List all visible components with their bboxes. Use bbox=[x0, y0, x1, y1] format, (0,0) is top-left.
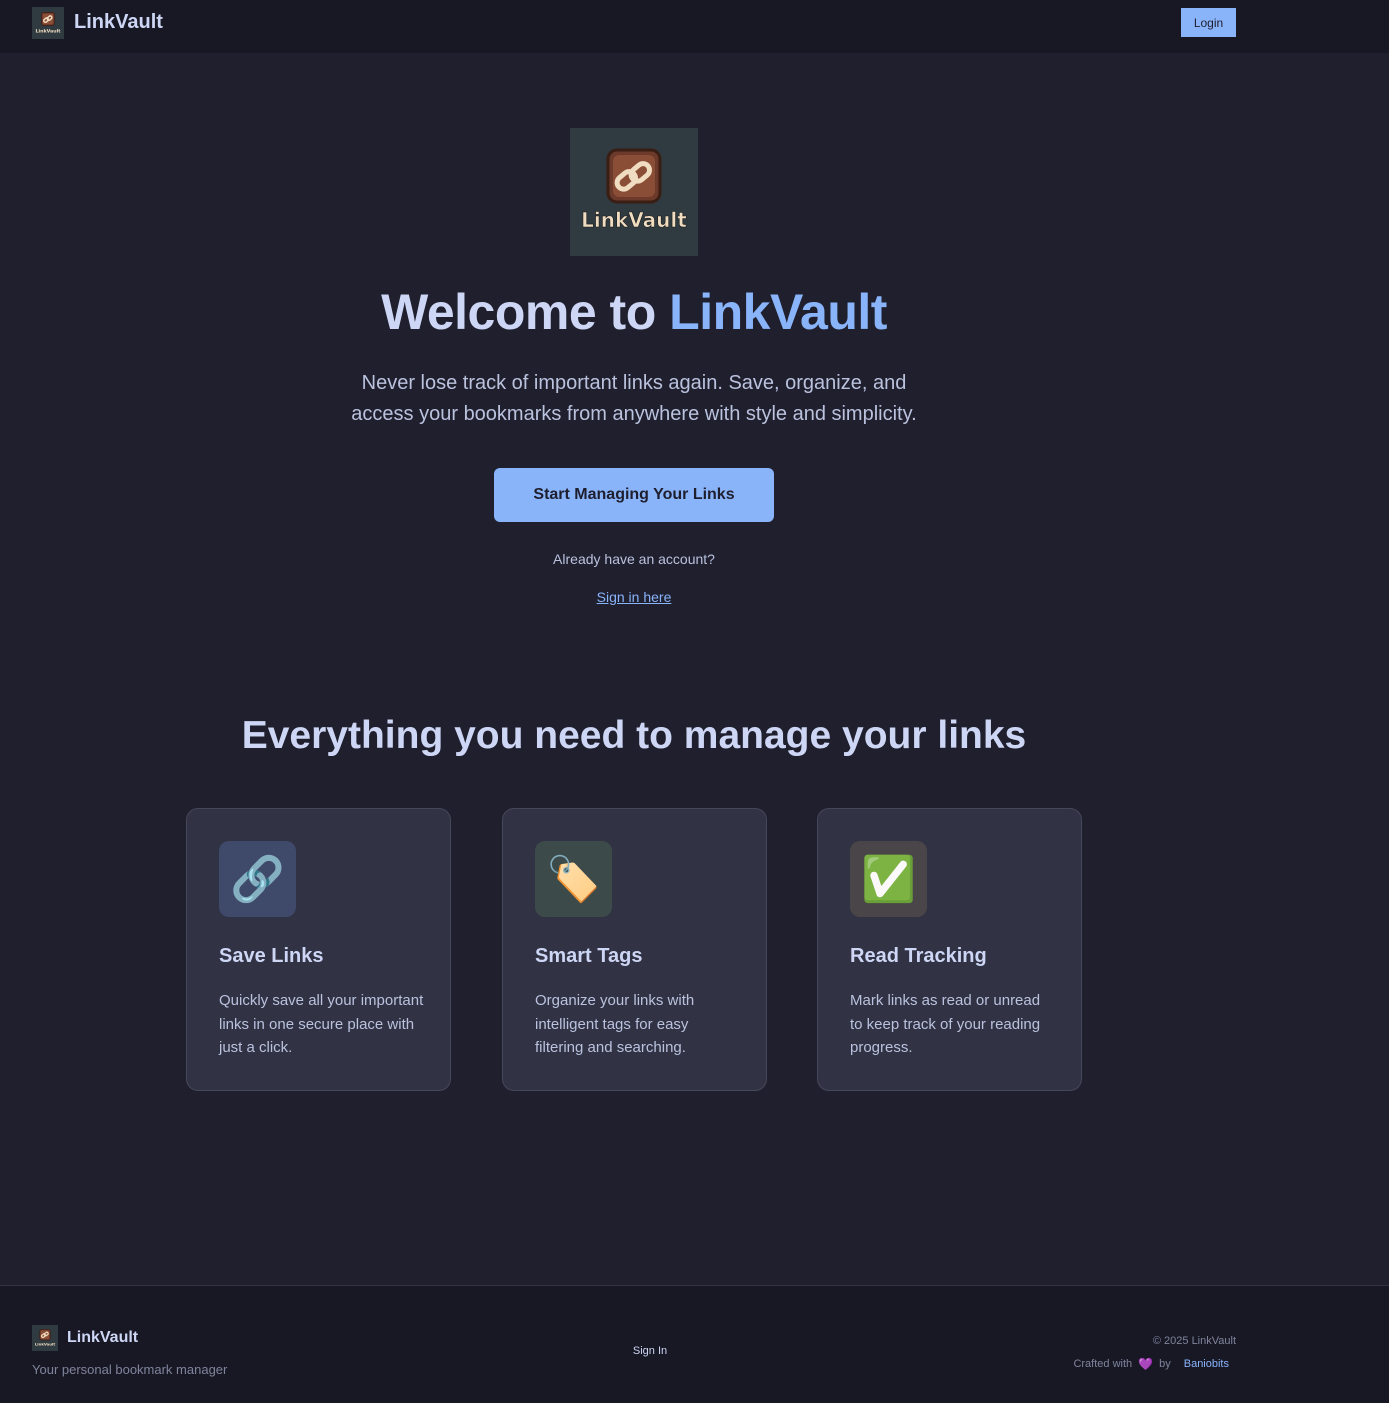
feature-card-read-tracking: ✅ Read Tracking Mark links as read or un… bbox=[817, 808, 1082, 1091]
footer: LinkVault LinkVault Your personal bookma… bbox=[0, 1285, 1389, 1403]
feature-card-smart-tags: 🏷️ Smart Tags Organize your links with i… bbox=[502, 808, 767, 1091]
navbar: LinkVault LinkVault Login bbox=[0, 0, 1389, 53]
crafted-by: by bbox=[1159, 1358, 1171, 1370]
feature-description: Organize your links with intelligent tag… bbox=[535, 992, 695, 1056]
svg-text:LinkVault: LinkVault bbox=[35, 1342, 55, 1347]
tag-icon: 🏷️ bbox=[535, 841, 612, 917]
feature-title: Smart Tags bbox=[535, 945, 643, 967]
link-icon: 🔗 bbox=[219, 841, 296, 917]
already-account-text: Already have an account? bbox=[553, 551, 715, 567]
author-link[interactable]: Baniobits bbox=[1184, 1358, 1229, 1370]
sign-in-here-link[interactable]: Sign in here bbox=[597, 589, 672, 605]
footer-sign-in-link[interactable]: Sign In bbox=[620, 1345, 680, 1357]
feature-title: Save Links bbox=[219, 945, 324, 967]
svg-text:LinkVault: LinkVault bbox=[35, 28, 61, 34]
feature-card-save-links: 🔗 Save Links Quickly save all your impor… bbox=[186, 808, 451, 1091]
hero-title-accent: LinkVault bbox=[669, 284, 887, 340]
footer-logo-icon: LinkVault bbox=[32, 1325, 58, 1351]
footer-tagline: Your personal bookmark manager bbox=[32, 1362, 228, 1377]
app-logo-icon[interactable]: LinkVault bbox=[32, 7, 64, 39]
copyright-text: © 2025 LinkVault bbox=[1152, 1335, 1236, 1347]
login-button[interactable]: Login bbox=[1181, 8, 1236, 37]
features-title: Everything you need to manage your links bbox=[241, 714, 1027, 757]
signin-link-container: Sign in here bbox=[0, 589, 1268, 605]
logo-text: LinkVault bbox=[581, 208, 687, 232]
hero-title-prefix: Welcome to bbox=[381, 284, 670, 340]
linkvault-logo-icon: LinkVault bbox=[570, 128, 698, 256]
feature-description: Quickly save all your important links in… bbox=[219, 992, 424, 1056]
hero-subtitle: Never lose track of important links agai… bbox=[351, 372, 917, 425]
hero-title: Welcome to LinkVault bbox=[0, 283, 1268, 341]
footer-brand: LinkVault bbox=[67, 1329, 139, 1346]
check-icon: ✅ bbox=[850, 841, 927, 917]
crafted-with: Crafted with 💜 by Baniobits bbox=[1073, 1357, 1236, 1371]
crafted-prefix: Crafted with bbox=[1073, 1358, 1133, 1370]
brand-name[interactable]: LinkVault bbox=[74, 11, 163, 34]
feature-title: Read Tracking bbox=[850, 945, 987, 967]
start-managing-button[interactable]: Start Managing Your Links bbox=[494, 468, 774, 522]
feature-description: Mark links as read or unread to keep tra… bbox=[850, 992, 1041, 1056]
heart-icon: 💜 bbox=[1138, 1357, 1154, 1371]
